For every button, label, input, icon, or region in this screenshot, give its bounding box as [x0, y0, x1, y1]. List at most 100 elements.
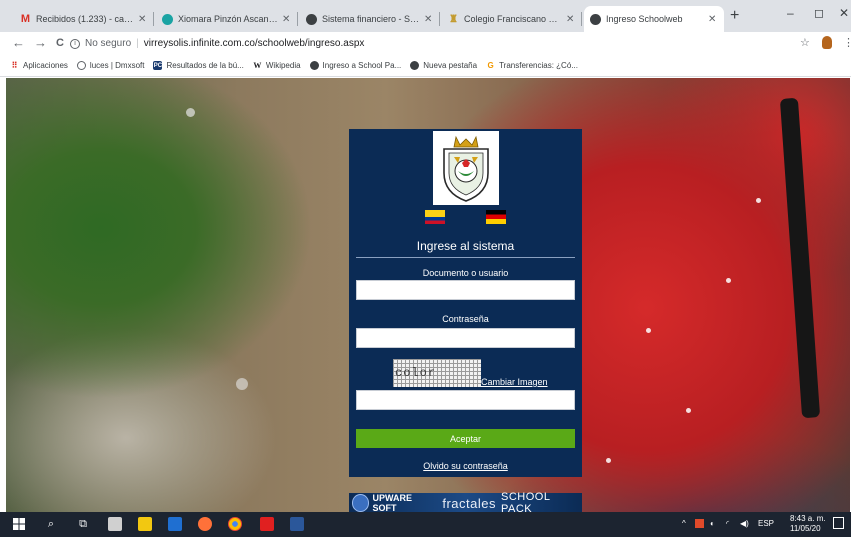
background-decoration: [779, 97, 821, 419]
captcha-image: color: [393, 359, 481, 387]
password-input[interactable]: [356, 328, 575, 348]
upware-brand: UPWARE SOFT: [372, 493, 412, 513]
minimize-button[interactable]: –: [787, 6, 794, 20]
background-decoration: [756, 198, 761, 203]
brand-footer: UPWARE SOFT fractales SCHOOL PACK: [349, 491, 582, 515]
tray-app-icon[interactable]: [695, 519, 704, 528]
bookmark-star-icon[interactable]: ☆: [800, 36, 810, 49]
tab-colegio-franciscano[interactable]: ♜ Colegio Franciscano del Virrey ✕: [442, 6, 582, 32]
forward-button[interactable]: →: [34, 35, 47, 51]
captcha-input[interactable]: [356, 390, 575, 410]
close-window-button[interactable]: ✕: [839, 6, 849, 20]
maximize-button[interactable]: ◻: [814, 6, 824, 20]
info-icon[interactable]: i: [70, 38, 80, 49]
bookmark-label: Wikipedia: [265, 61, 301, 70]
back-button[interactable]: ←: [12, 35, 25, 51]
tray-app-icon[interactable]: ◐: [710, 519, 715, 528]
user-input[interactable]: [356, 280, 575, 300]
reload-button[interactable]: C: [56, 35, 64, 51]
background-decoration: [726, 278, 731, 283]
tab-chat[interactable]: Xiomara Pinzón Ascanio - Chat ✕: [156, 6, 298, 32]
password-label: Contraseña: [442, 314, 489, 324]
bookmark-label: Nueva pestaña: [423, 61, 478, 70]
word-icon[interactable]: [290, 517, 304, 531]
close-tab-icon[interactable]: ✕: [708, 14, 718, 25]
transfer-icon: G: [487, 61, 494, 70]
security-label: No seguro: [85, 38, 132, 49]
file-explorer-icon[interactable]: [168, 517, 182, 531]
tab-ingreso-schoolweb[interactable]: Ingreso Schoolweb ✕: [584, 6, 724, 32]
user-label: Documento o usuario: [422, 268, 509, 278]
submit-button[interactable]: Aceptar: [356, 429, 575, 448]
fractales-brand: fractales: [442, 495, 496, 511]
url-text[interactable]: virreysolis.infinite.com.co/schoolweb/in…: [144, 38, 365, 49]
forgot-password-link[interactable]: Olvido su contraseña: [349, 461, 582, 471]
bookmark-wikipedia[interactable]: W Wikipedia: [253, 61, 301, 70]
firefox-icon[interactable]: [198, 517, 212, 531]
close-tab-icon[interactable]: ✕: [282, 14, 292, 25]
language-indicator[interactable]: ESP: [758, 519, 774, 528]
bookmark-resultados[interactable]: PC Resultados de la bú...: [153, 61, 244, 70]
germany-flag-icon[interactable]: [486, 210, 506, 224]
volume-icon[interactable]: ◀): [740, 519, 749, 528]
tab-sistema-financiero[interactable]: Sistema financiero - School Pa ✕: [300, 6, 440, 32]
gmail-icon: M: [20, 13, 31, 25]
bookmark-label: luces | Dmxsoft: [89, 61, 145, 70]
divider: |: [136, 38, 139, 49]
chrome-icon[interactable]: [228, 517, 242, 531]
task-view-icon[interactable]: ⧉: [76, 517, 90, 531]
calculator-icon[interactable]: [108, 517, 122, 531]
bookmark-label: Transferencias: ¿Có...: [499, 61, 578, 70]
windows-logo-icon: [13, 518, 25, 530]
school-crest-icon: [443, 135, 489, 202]
notification-icon[interactable]: [833, 517, 844, 529]
globe-icon: [76, 61, 86, 70]
chat-icon: [162, 13, 173, 25]
bookmark-label: Ingreso a School Pa...: [322, 61, 402, 70]
pdf-reader-icon[interactable]: [260, 517, 274, 531]
background-decoration: [236, 378, 248, 390]
background-decoration: [606, 458, 611, 463]
url-omnibox[interactable]: i No seguro | virreysolis.infinite.com.c…: [70, 34, 790, 53]
tab-title: Recibidos (1.233) - cartera@co: [36, 14, 134, 24]
globe-icon: [309, 61, 319, 70]
clock-date: 11/05/20: [790, 524, 821, 533]
bookmark-aplicaciones[interactable]: ⠿ Aplicaciones: [10, 61, 68, 70]
bookmark-ingreso-school[interactable]: Ingreso a School Pa...: [309, 61, 402, 70]
wifi-icon[interactable]: ◜: [726, 519, 729, 528]
tab-title: Ingreso Schoolweb: [606, 14, 683, 24]
sticky-notes-icon[interactable]: [138, 517, 152, 531]
bookmark-label: Aplicaciones: [23, 61, 68, 70]
bookmark-luces[interactable]: luces | Dmxsoft: [76, 61, 145, 70]
apps-grid-icon: ⠿: [11, 61, 18, 70]
bookmarks-bar: ⠿ Aplicaciones luces | Dmxsoft PC Result…: [0, 55, 851, 77]
menu-kebab-icon[interactable]: ⋮: [843, 36, 851, 49]
new-tab-button[interactable]: +: [730, 8, 739, 24]
clock[interactable]: 8:43 a. m. 11/05/20: [790, 514, 826, 534]
divider: [356, 257, 575, 258]
search-icon[interactable]: ⌕: [44, 517, 58, 531]
background-decoration: [646, 328, 651, 333]
bookmark-transferencias[interactable]: G Transferencias: ¿Có...: [486, 61, 578, 70]
bookmark-nueva-pestana[interactable]: Nueva pestaña: [410, 61, 477, 70]
screen: M Recibidos (1.233) - cartera@co ✕ Xioma…: [0, 0, 851, 537]
globe-icon: [306, 13, 317, 25]
globe-icon: [590, 13, 601, 25]
tab-title: Colegio Franciscano del Virrey: [464, 14, 562, 24]
colombia-flag-icon[interactable]: [425, 210, 445, 224]
change-image-link[interactable]: Cambiar Imagen: [481, 377, 548, 387]
windows-start-icon[interactable]: [12, 517, 26, 531]
close-tab-icon[interactable]: ✕: [566, 14, 576, 25]
profile-avatar[interactable]: [822, 36, 832, 49]
windows-taskbar: ⌕ ⧉ ^ ◐ ◜ ◀) ESP: [0, 512, 851, 537]
school-crest-icon: ♜: [449, 13, 458, 25]
browser-tab-strip: M Recibidos (1.233) - cartera@co ✕ Xioma…: [0, 0, 851, 32]
wikipedia-icon: W: [253, 61, 262, 70]
globe-icon: [410, 61, 420, 70]
tab-gmail[interactable]: M Recibidos (1.233) - cartera@co ✕: [14, 6, 154, 32]
close-tab-icon[interactable]: ✕: [424, 14, 434, 25]
clock-time: 8:43 a. m.: [790, 514, 826, 523]
captcha-text: color: [395, 366, 437, 380]
close-tab-icon[interactable]: ✕: [138, 14, 148, 25]
chevron-up-icon[interactable]: ^: [682, 519, 686, 528]
